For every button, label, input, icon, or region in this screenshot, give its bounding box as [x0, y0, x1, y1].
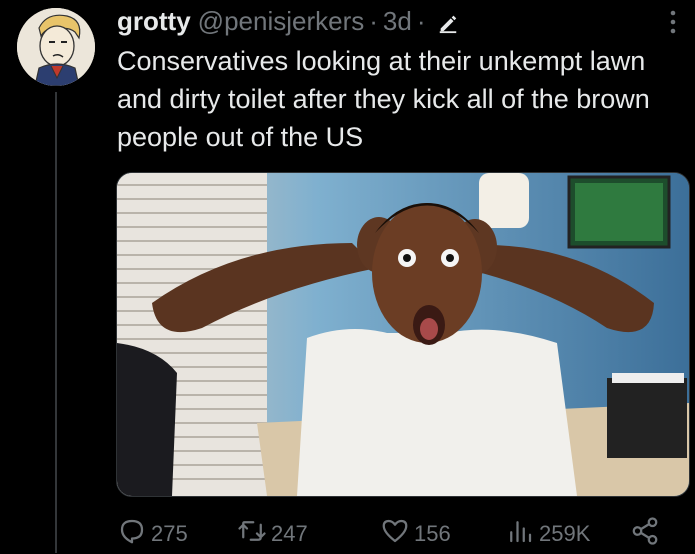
- views-count: 259K: [539, 521, 591, 546]
- reply-count: 275: [151, 521, 188, 546]
- like-button[interactable]: 156: [380, 516, 451, 552]
- avatar[interactable]: [17, 8, 95, 86]
- tweet-header: grotty @penisjerkers · 3d ·: [117, 4, 655, 38]
- thread-line: [55, 92, 57, 553]
- tweet-text: Conservatives looking at their unkempt l…: [117, 46, 650, 152]
- display-name[interactable]: grotty: [117, 6, 191, 37]
- views-button[interactable]: 259K: [505, 516, 590, 552]
- timestamp[interactable]: 3d: [383, 6, 412, 37]
- retweet-button[interactable]: 247: [237, 516, 308, 552]
- avatar-image: [17, 8, 95, 86]
- share-button[interactable]: [630, 516, 664, 552]
- edit-pencil-icon: [437, 10, 459, 34]
- more-dots-icon[interactable]: [661, 6, 685, 38]
- retweet-count: 247: [271, 521, 308, 546]
- retweet-icon: [237, 516, 271, 552]
- tweet-image[interactable]: [116, 172, 690, 497]
- views-chart-icon: [505, 516, 539, 552]
- heart-icon: [380, 516, 414, 552]
- photo-surprised-man: [117, 173, 689, 496]
- separator-dot: ·: [369, 5, 378, 36]
- reply-button[interactable]: 275: [117, 516, 188, 552]
- user-handle[interactable]: @penisjerkers: [198, 6, 365, 37]
- separator-dot-2: ·: [416, 5, 426, 36]
- share-icon: [630, 516, 664, 552]
- action-bar: 275 247 156 259K: [117, 514, 687, 554]
- comment-icon: [117, 516, 151, 552]
- like-count: 156: [414, 521, 451, 546]
